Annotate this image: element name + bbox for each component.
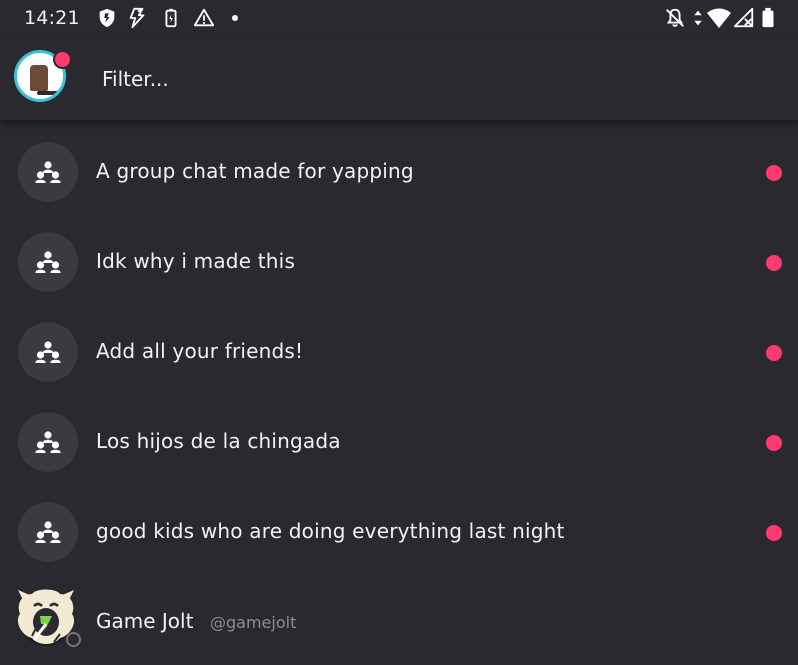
filter-input[interactable] <box>102 64 702 94</box>
dot-icon <box>228 7 242 29</box>
status-indicator <box>66 632 81 647</box>
chat-name: Add all your friends! <box>96 339 304 363</box>
group-icon <box>35 521 61 543</box>
unread-indicator <box>766 525 782 541</box>
wifi-icon <box>706 7 732 29</box>
group-icon <box>35 251 61 273</box>
warning-icon <box>193 7 215 29</box>
group-icon <box>35 161 61 183</box>
group-avatar <box>18 322 78 382</box>
chat-name: Idk why i made this <box>96 249 296 273</box>
header <box>0 38 798 120</box>
avatar-shadow <box>37 91 59 95</box>
unread-indicator <box>766 435 782 451</box>
battery-saver-icon <box>160 7 182 29</box>
group-icon <box>35 341 61 363</box>
chat-name: A group chat made for yapping <box>96 159 414 183</box>
group-avatar <box>18 502 78 562</box>
group-avatar <box>18 232 78 292</box>
group-avatar <box>18 142 78 202</box>
battery-icon <box>760 7 776 29</box>
signal-icon <box>733 7 755 29</box>
user-name: Game Jolt <box>96 609 194 633</box>
friend-row[interactable]: Game Jolt @gamejolt <box>0 570 798 660</box>
chat-name: good kids who are doing everything last … <box>96 519 565 543</box>
shield-icon <box>96 7 118 29</box>
chat-row[interactable]: A group chat made for yapping <box>0 120 798 210</box>
avatar-figure <box>30 65 48 91</box>
user-handle: @gamejolt <box>210 613 297 632</box>
status-time: 14:21 <box>24 7 80 29</box>
chat-row[interactable]: Los hijos de la chingada <box>0 390 798 480</box>
unread-indicator <box>766 255 782 271</box>
status-bar: 14:21 <box>0 0 798 38</box>
chat-name: Los hijos de la chingada <box>96 429 341 453</box>
chat-list: A group chat made for yapping Idk why i … <box>0 120 798 665</box>
chat-row[interactable]: good kids who are doing everything last … <box>0 480 798 570</box>
chat-row[interactable]: Idk why i made this <box>0 210 798 300</box>
data-arrows-icon <box>692 7 704 29</box>
flash-icon <box>126 7 148 29</box>
group-avatar <box>18 412 78 472</box>
chat-row[interactable]: Add all your friends! <box>0 300 798 390</box>
unread-indicator <box>766 165 782 181</box>
group-icon <box>35 431 61 453</box>
unread-indicator <box>766 345 782 361</box>
notification-dot <box>53 50 72 69</box>
notifications-off-icon <box>664 7 686 29</box>
